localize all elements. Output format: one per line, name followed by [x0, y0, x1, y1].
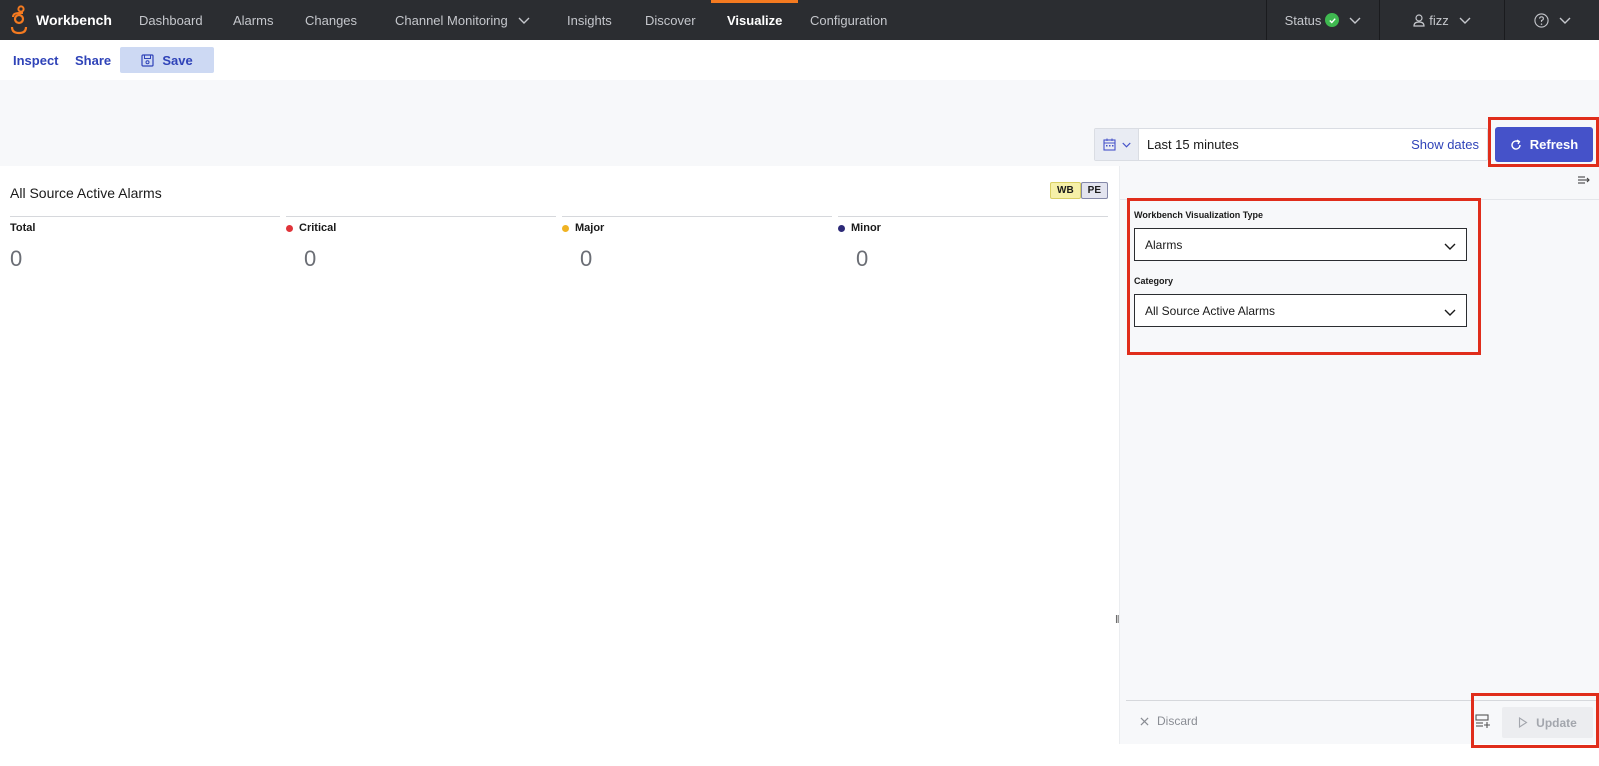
save-label: Save	[162, 52, 193, 68]
chevron-down-icon	[1121, 142, 1131, 148]
help-menu[interactable]	[1504, 0, 1599, 40]
metric-value: 0	[10, 246, 23, 271]
app-name: Workbench	[36, 12, 112, 28]
chevron-down-icon	[1459, 17, 1471, 24]
bottom-strip	[0, 744, 1599, 766]
critical-dot-icon	[286, 224, 293, 232]
status-ok-icon	[1325, 13, 1340, 27]
metric-label: Major	[575, 222, 605, 234]
panel-title: All Source Active Alarms	[10, 185, 162, 201]
refresh-label: Refresh	[1529, 137, 1579, 152]
metric-label: Critical	[299, 222, 337, 234]
inspect-button[interactable]: Inspect	[13, 53, 59, 68]
metric-label: Minor	[851, 222, 881, 234]
add-layout-icon[interactable]	[1475, 713, 1491, 729]
viz-type-select[interactable]: Alarms	[1134, 228, 1467, 261]
date-range-text[interactable]: Last 15 minutes	[1147, 137, 1411, 152]
date-range-picker[interactable]: Last 15 minutes Show dates	[1094, 128, 1488, 161]
metric-label: Total	[10, 222, 36, 234]
main-panel: All Source Active Alarms WB PE Total 0 C…	[0, 166, 1120, 744]
toolbar: Inspect Share Save	[0, 40, 1599, 80]
genesys-logo-icon	[10, 5, 28, 35]
metric-critical: Critical 0	[286, 216, 556, 272]
save-icon	[141, 53, 154, 67]
metric-major: Major 0	[562, 216, 832, 272]
nav-visualize[interactable]: Visualize	[710, 0, 799, 40]
metric-value: 0	[304, 246, 317, 271]
metric-value: 0	[856, 246, 869, 271]
major-dot-icon	[562, 224, 569, 232]
nav-channel-monitoring-label: Channel Monitoring	[395, 12, 508, 28]
config-side-panel: Workbench Visualization Type Alarms Cate…	[1119, 166, 1599, 744]
badge-pe: PE	[1080, 182, 1109, 199]
refresh-button[interactable]: Refresh	[1495, 127, 1593, 162]
category-label: Category	[1134, 276, 1174, 286]
category-select[interactable]: All Source Active Alarms	[1134, 294, 1467, 327]
metric-total: Total 0	[10, 216, 280, 272]
calendar-dropdown-button[interactable]	[1095, 129, 1139, 160]
nav-discover[interactable]: Discover	[645, 0, 696, 40]
minor-dot-icon	[838, 224, 845, 232]
nav-changes[interactable]: Changes	[305, 0, 357, 40]
side-panel-footer: Discard Update	[1126, 700, 1599, 744]
top-nav: Workbench Dashboard Alarms Changes Chann…	[0, 0, 1599, 40]
chevron-down-icon	[1444, 309, 1456, 316]
chevron-down-icon	[518, 17, 530, 24]
nav-insights[interactable]: Insights	[567, 0, 612, 40]
user-icon	[1413, 13, 1425, 27]
brand[interactable]: Workbench	[0, 5, 125, 35]
help-icon	[1533, 12, 1549, 28]
share-button[interactable]: Share	[75, 53, 111, 68]
discard-label: Discard	[1157, 714, 1198, 728]
nav-channel-monitoring[interactable]: Channel Monitoring	[395, 0, 530, 40]
source-badges: WB PE	[1050, 182, 1109, 199]
close-icon	[1140, 716, 1149, 726]
collapse-panel-icon[interactable]	[1577, 174, 1591, 186]
update-label: Update	[1536, 715, 1577, 730]
metric-minor: Minor 0	[838, 216, 1108, 272]
chevron-down-icon	[1559, 17, 1570, 24]
chevron-down-icon	[1349, 17, 1361, 24]
category-value: All Source Active Alarms	[1145, 303, 1276, 318]
play-icon	[1519, 717, 1528, 728]
nav-configuration[interactable]: Configuration	[810, 0, 887, 40]
viz-type-value: Alarms	[1145, 237, 1183, 252]
status-label: Status	[1284, 12, 1322, 28]
metric-value: 0	[580, 246, 593, 271]
discard-button[interactable]: Discard	[1140, 714, 1198, 728]
user-menu[interactable]: fizz	[1379, 0, 1504, 40]
user-name: fizz	[1429, 12, 1449, 28]
status-menu[interactable]: Status	[1266, 0, 1379, 40]
badge-wb: WB	[1050, 182, 1081, 199]
refresh-icon	[1511, 138, 1521, 150]
chevron-down-icon	[1444, 243, 1456, 250]
update-button[interactable]: Update	[1502, 707, 1593, 738]
viz-type-label: Workbench Visualization Type	[1134, 210, 1264, 220]
save-button[interactable]: Save	[120, 47, 214, 73]
show-dates-link[interactable]: Show dates	[1411, 137, 1479, 152]
filter-bar: Last 15 minutes Show dates Refresh	[0, 80, 1599, 166]
nav-alarms[interactable]: Alarms	[233, 0, 273, 40]
calendar-icon	[1102, 138, 1116, 151]
nav-dashboard[interactable]: Dashboard	[139, 0, 203, 40]
